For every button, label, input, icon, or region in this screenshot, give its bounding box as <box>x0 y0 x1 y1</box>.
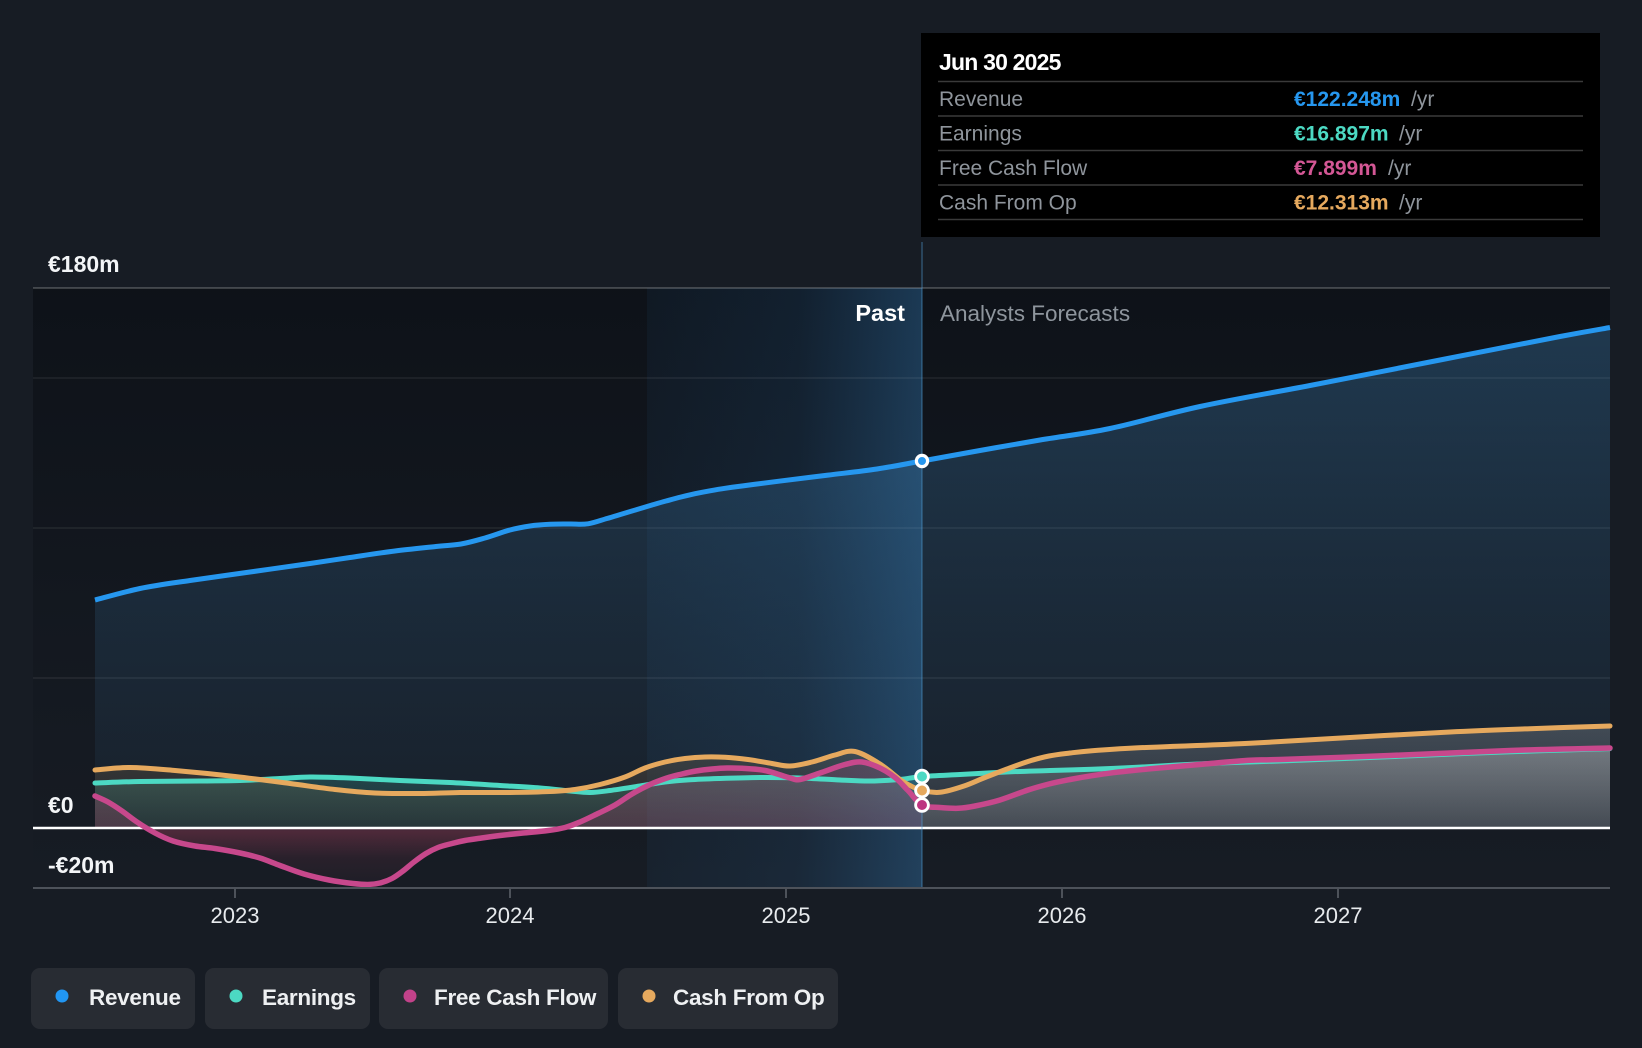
svg-text:€16.897m: €16.897m <box>1294 123 1389 146</box>
svg-text:-€20m: -€20m <box>48 852 114 878</box>
svg-text:Analysts Forecasts: Analysts Forecasts <box>940 301 1130 326</box>
svg-text:/yr: /yr <box>1399 192 1422 215</box>
svg-text:€180m: €180m <box>48 251 120 277</box>
svg-text:2026: 2026 <box>1038 903 1087 928</box>
svg-text:2025: 2025 <box>762 903 811 928</box>
svg-text:Cash From Op: Cash From Op <box>939 192 1077 215</box>
svg-text:€7.899m: €7.899m <box>1294 157 1377 180</box>
svg-text:Free Cash Flow: Free Cash Flow <box>434 985 597 1010</box>
svg-text:Earnings: Earnings <box>262 985 356 1010</box>
svg-text:Revenue: Revenue <box>89 985 181 1010</box>
svg-text:2027: 2027 <box>1314 903 1363 928</box>
svg-text:/yr: /yr <box>1388 157 1411 180</box>
svg-text:€122.248m: €122.248m <box>1294 88 1400 111</box>
svg-text:Earnings: Earnings <box>939 123 1022 146</box>
svg-text:Revenue: Revenue <box>939 88 1023 111</box>
svg-text:€0: €0 <box>48 792 74 818</box>
svg-text:Cash From Op: Cash From Op <box>673 985 824 1010</box>
svg-text:Past: Past <box>855 300 905 326</box>
svg-text:2024: 2024 <box>486 903 535 928</box>
svg-text:/yr: /yr <box>1411 88 1434 111</box>
svg-text:Jun 30 2025: Jun 30 2025 <box>939 49 1062 75</box>
svg-text:/yr: /yr <box>1399 123 1422 146</box>
svg-text:Free Cash Flow: Free Cash Flow <box>939 157 1088 180</box>
svg-text:2023: 2023 <box>211 903 260 928</box>
svg-text:€12.313m: €12.313m <box>1294 192 1389 215</box>
